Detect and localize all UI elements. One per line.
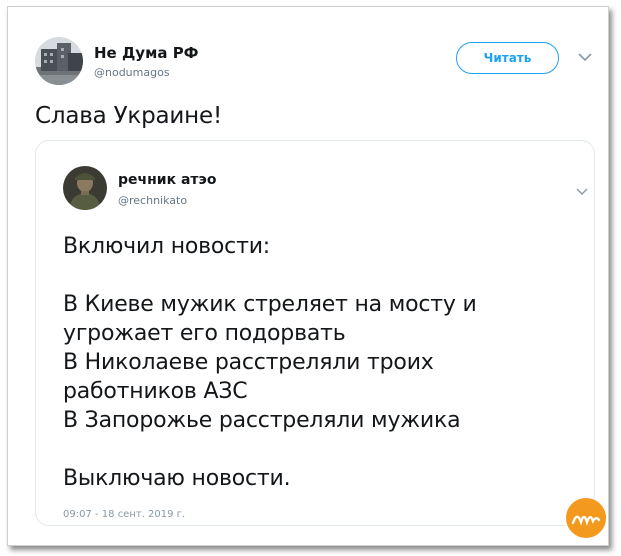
chevron-down-icon[interactable] [578,52,592,62]
quoted-text-line: В Запорожье расстреляли мужика [63,408,461,433]
author-name[interactable]: Не Дума РФ [94,44,199,62]
chevron-down-icon[interactable] [576,187,588,196]
quoted-author-avatar[interactable] [63,166,107,210]
quoted-timestamp[interactable]: 09:07 - 18 сент. 2019 г. [63,509,185,520]
quoted-tweet-card[interactable]: речник атэо @rechnikato Включил новости:… [35,140,595,526]
author-handle[interactable]: @nodumagos [94,66,170,79]
quoted-text-line: работников АЗС [63,379,248,404]
follow-button-label: Читать [483,51,532,65]
quoted-text-line: Включил новости: [63,234,271,259]
author-avatar[interactable] [35,37,83,85]
quoted-text-line: Выключаю новости. [63,466,291,491]
quoted-text-line: угрожает его подорвать [63,321,346,346]
tweet-text: Слава Украине! [35,103,222,129]
quoted-text-line: В Николаеве расстреляли троих [63,350,434,375]
building-photo-icon [35,37,83,85]
tweet-embed-frame: Не Дума РФ @nodumagos Читать Слава Украи… [7,6,609,546]
muha-logo-icon [564,496,608,540]
quoted-author-name[interactable]: речник атэо [118,172,216,188]
follow-button[interactable]: Читать [456,42,559,74]
quoted-text-line: В Киеве мужик стреляет на мосту и [63,292,477,317]
quoted-author-handle[interactable]: @rechnikato [118,194,187,207]
soldier-photo-icon [63,166,107,210]
